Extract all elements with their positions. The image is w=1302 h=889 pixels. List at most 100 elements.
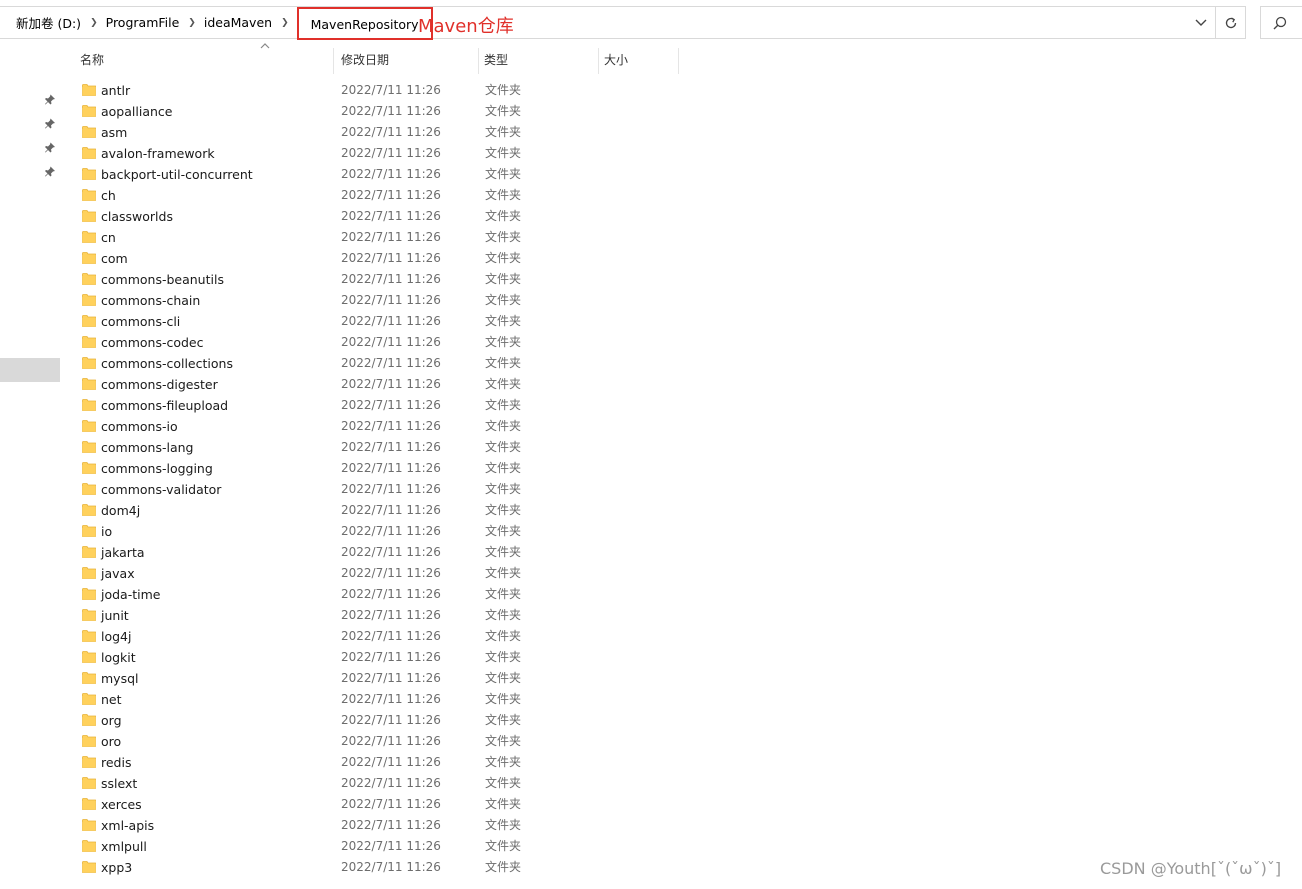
folder-name[interactable]: dom4j <box>101 500 140 521</box>
list-item[interactable]: commons-io 2022/7/11 11:26 文件夹 <box>60 416 700 437</box>
list-item[interactable]: jakarta 2022/7/11 11:26 文件夹 <box>60 542 700 563</box>
folder-name[interactable]: sslext <box>101 773 137 794</box>
list-item[interactable]: asm 2022/7/11 11:26 文件夹 <box>60 122 700 143</box>
folder-name[interactable]: jakarta <box>101 542 145 563</box>
column-size[interactable]: 大小 <box>604 44 628 74</box>
pin-icon[interactable] <box>44 142 56 154</box>
list-item[interactable]: xpp3 2022/7/11 11:26 文件夹 <box>60 857 700 878</box>
breadcrumb-item[interactable]: ProgramFile <box>106 15 180 30</box>
list-item[interactable]: ch 2022/7/11 11:26 文件夹 <box>60 185 700 206</box>
list-item[interactable]: classworlds 2022/7/11 11:26 文件夹 <box>60 206 700 227</box>
folder-name[interactable]: javax <box>101 563 135 584</box>
chevron-right-icon[interactable]: ❯ <box>281 18 289 28</box>
list-item[interactable]: logkit 2022/7/11 11:26 文件夹 <box>60 647 700 668</box>
list-item[interactable]: commons-fileupload 2022/7/11 11:26 文件夹 <box>60 395 700 416</box>
folder-name[interactable]: backport-util-concurrent <box>101 164 253 185</box>
folder-name[interactable]: io <box>101 521 112 542</box>
list-item[interactable]: mysql 2022/7/11 11:26 文件夹 <box>60 668 700 689</box>
folder-name[interactable]: junit <box>101 605 129 626</box>
list-item[interactable]: commons-codec 2022/7/11 11:26 文件夹 <box>60 332 700 353</box>
list-item[interactable]: sslext 2022/7/11 11:26 文件夹 <box>60 773 700 794</box>
folder-name[interactable]: xpp3 <box>101 857 132 878</box>
column-divider[interactable] <box>678 48 679 74</box>
list-item[interactable]: commons-beanutils 2022/7/11 11:26 文件夹 <box>60 269 700 290</box>
folder-name[interactable]: mysql <box>101 668 139 689</box>
chevron-right-icon[interactable]: ❯ <box>188 18 196 28</box>
folder-name[interactable]: avalon-framework <box>101 143 215 164</box>
list-item[interactable]: xerces 2022/7/11 11:26 文件夹 <box>60 794 700 815</box>
list-item[interactable]: commons-digester 2022/7/11 11:26 文件夹 <box>60 374 700 395</box>
folder-name[interactable]: commons-codec <box>101 332 203 353</box>
list-item[interactable]: cn 2022/7/11 11:26 文件夹 <box>60 227 700 248</box>
folder-name[interactable]: net <box>101 689 122 710</box>
list-item[interactable]: commons-lang 2022/7/11 11:26 文件夹 <box>60 437 700 458</box>
folder-name[interactable]: oro <box>101 731 121 752</box>
breadcrumb-current[interactable]: MavenRepository <box>296 7 433 40</box>
folder-name[interactable]: antlr <box>101 80 130 101</box>
column-name[interactable]: 名称 <box>80 44 104 74</box>
folder-name[interactable]: com <box>101 248 128 269</box>
nav-item-selected[interactable] <box>0 358 60 382</box>
folder-name[interactable]: commons-logging <box>101 458 213 479</box>
search-input[interactable] <box>1260 6 1302 39</box>
folder-name[interactable]: commons-digester <box>101 374 218 395</box>
folder-name[interactable]: ch <box>101 185 116 206</box>
breadcrumb-item[interactable]: 新加卷 (D:) <box>16 13 81 32</box>
folder-name[interactable]: commons-collections <box>101 353 233 374</box>
list-item[interactable]: javax 2022/7/11 11:26 文件夹 <box>60 563 700 584</box>
folder-name[interactable]: classworlds <box>101 206 173 227</box>
list-item[interactable]: io 2022/7/11 11:26 文件夹 <box>60 521 700 542</box>
list-item[interactable]: oro 2022/7/11 11:26 文件夹 <box>60 731 700 752</box>
folder-name[interactable]: logkit <box>101 647 136 668</box>
list-item[interactable]: junit 2022/7/11 11:26 文件夹 <box>60 605 700 626</box>
column-divider[interactable] <box>598 48 599 74</box>
folder-name[interactable]: commons-chain <box>101 290 200 311</box>
list-item[interactable]: dom4j 2022/7/11 11:26 文件夹 <box>60 500 700 521</box>
list-item[interactable]: org 2022/7/11 11:26 文件夹 <box>60 710 700 731</box>
refresh-button[interactable] <box>1216 6 1246 39</box>
list-item[interactable]: backport-util-concurrent 2022/7/11 11:26 文… <box>60 164 700 185</box>
folder-name[interactable]: joda-time <box>101 584 160 605</box>
address-history-dropdown[interactable] <box>1186 7 1216 38</box>
pin-icon[interactable] <box>44 166 56 178</box>
list-item[interactable]: avalon-framework 2022/7/11 11:26 文件夹 <box>60 143 700 164</box>
folder-name[interactable]: commons-lang <box>101 437 193 458</box>
list-item[interactable]: xml-apis 2022/7/11 11:26 文件夹 <box>60 815 700 836</box>
folder-name[interactable]: xml-apis <box>101 815 154 836</box>
list-item[interactable]: commons-validator 2022/7/11 11:26 文件夹 <box>60 479 700 500</box>
column-date[interactable]: 修改日期 <box>341 44 389 74</box>
folder-name[interactable]: xerces <box>101 794 142 815</box>
column-divider[interactable] <box>478 48 479 74</box>
column-type[interactable]: 类型 <box>484 44 508 74</box>
column-divider[interactable] <box>333 48 334 74</box>
list-item[interactable]: redis 2022/7/11 11:26 文件夹 <box>60 752 700 773</box>
list-item[interactable]: net 2022/7/11 11:26 文件夹 <box>60 689 700 710</box>
list-item[interactable]: aopalliance 2022/7/11 11:26 文件夹 <box>60 101 700 122</box>
list-item[interactable]: commons-cli 2022/7/11 11:26 文件夹 <box>60 311 700 332</box>
folder-name[interactable]: commons-fileupload <box>101 395 228 416</box>
folder-name[interactable]: cn <box>101 227 116 248</box>
folder-name[interactable]: commons-io <box>101 416 178 437</box>
list-item[interactable]: commons-logging 2022/7/11 11:26 文件夹 <box>60 458 700 479</box>
folder-name[interactable]: aopalliance <box>101 101 172 122</box>
folder-name[interactable]: org <box>101 710 122 731</box>
folder-name[interactable]: commons-beanutils <box>101 269 224 290</box>
address-bar[interactable]: 新加卷 (D:) ❯ ProgramFile ❯ ideaMaven ❯ Mav… <box>0 6 1216 40</box>
folder-name[interactable]: commons-validator <box>101 479 221 500</box>
list-item[interactable]: commons-chain 2022/7/11 11:26 文件夹 <box>60 290 700 311</box>
folder-name[interactable]: xmlpull <box>101 836 147 857</box>
list-item[interactable]: antlr 2022/7/11 11:26 文件夹 <box>60 80 700 101</box>
folder-name[interactable]: log4j <box>101 626 131 647</box>
list-item[interactable]: xmlpull 2022/7/11 11:26 文件夹 <box>60 836 700 857</box>
chevron-right-icon[interactable]: ❯ <box>90 18 98 28</box>
folder-name[interactable]: commons-cli <box>101 311 180 332</box>
pin-icon[interactable] <box>44 94 56 106</box>
list-item[interactable]: com 2022/7/11 11:26 文件夹 <box>60 248 700 269</box>
breadcrumb-item[interactable]: ideaMaven <box>204 15 272 30</box>
list-item[interactable]: joda-time 2022/7/11 11:26 文件夹 <box>60 584 700 605</box>
list-item[interactable]: log4j 2022/7/11 11:26 文件夹 <box>60 626 700 647</box>
list-item[interactable]: commons-collections 2022/7/11 11:26 文件夹 <box>60 353 700 374</box>
folder-name[interactable]: redis <box>101 752 131 773</box>
folder-name[interactable]: asm <box>101 122 127 143</box>
pin-icon[interactable] <box>44 118 56 130</box>
